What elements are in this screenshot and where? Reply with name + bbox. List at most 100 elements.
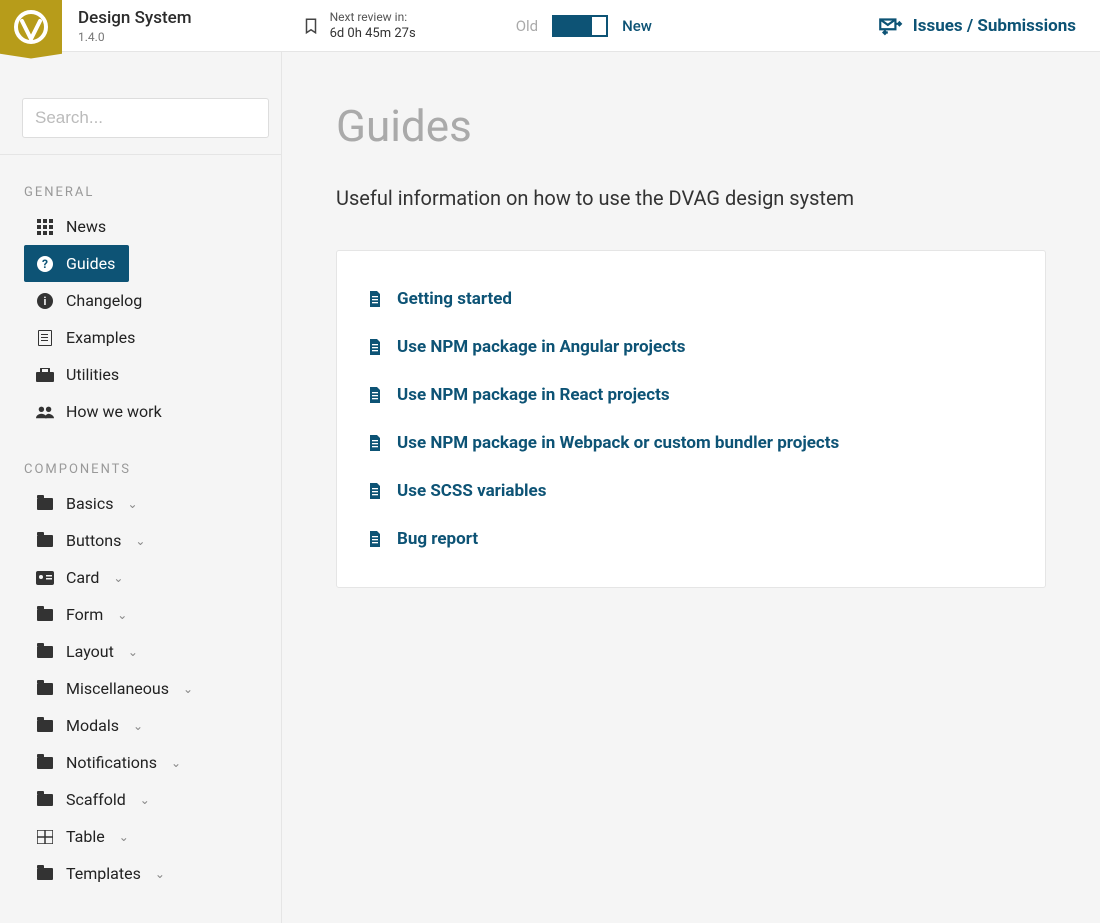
doc-icon xyxy=(367,291,383,307)
nav-news[interactable]: News xyxy=(0,208,281,245)
chevron-down-icon: ⌄ xyxy=(135,534,145,548)
nav-layout[interactable]: Layout ⌄ xyxy=(0,633,281,670)
nav-changelog[interactable]: i Changelog xyxy=(0,282,281,319)
nav-templates[interactable]: Templates ⌄ xyxy=(0,855,281,892)
main-content: Guides Useful information on how to use … xyxy=(282,52,1100,923)
section-general-title: GENERAL xyxy=(0,173,281,208)
sidebar-nav: GENERAL News ? Guides i Changelog xyxy=(0,154,281,912)
guide-list: Getting started Use NPM package in Angul… xyxy=(336,250,1046,588)
folder-icon xyxy=(36,868,54,880)
chevron-down-icon: ⌄ xyxy=(183,682,193,696)
nav-label: Layout xyxy=(66,642,114,661)
doc-icon xyxy=(367,483,383,499)
guide-link-label: Bug report xyxy=(397,529,478,549)
folder-icon xyxy=(36,683,54,695)
nav-label: Buttons xyxy=(66,531,121,550)
guide-link-label: Use NPM package in Webpack or custom bun… xyxy=(397,433,839,453)
chevron-down-icon: ⌄ xyxy=(171,756,181,770)
sidebar: GENERAL News ? Guides i Changelog xyxy=(0,52,282,923)
review-label: Next review in: xyxy=(330,10,416,24)
chevron-down-icon: ⌄ xyxy=(133,719,143,733)
nav-card[interactable]: Card ⌄ xyxy=(0,559,281,596)
guide-link-label: Use NPM package in Angular projects xyxy=(397,337,686,357)
nav-label: Notifications xyxy=(66,753,157,772)
page-title: Guides xyxy=(336,100,1046,152)
users-icon xyxy=(36,405,54,419)
nav-basics[interactable]: Basics ⌄ xyxy=(0,485,281,522)
review-value: 6d 0h 45m 27s xyxy=(330,26,416,41)
issues-link[interactable]: Issues / Submissions xyxy=(877,13,1076,39)
page-subtitle: Useful information on how to use the DVA… xyxy=(336,186,1046,210)
switch-toggle[interactable] xyxy=(552,15,608,37)
id-card-icon xyxy=(36,571,54,585)
nav-label: How we work xyxy=(66,402,162,421)
doc-icon xyxy=(367,435,383,451)
topbar: Design System 1.4.0 Next review in: 6d 0… xyxy=(0,0,1100,52)
nav-how-we-work[interactable]: How we work xyxy=(0,393,281,430)
folder-icon xyxy=(36,646,54,658)
folder-icon xyxy=(36,498,54,510)
nav-label: Utilities xyxy=(66,365,119,384)
nav-miscellaneous[interactable]: Miscellaneous ⌄ xyxy=(0,670,281,707)
nav-notifications[interactable]: Notifications ⌄ xyxy=(0,744,281,781)
search-bar xyxy=(0,52,281,154)
nav-label: Guides xyxy=(66,254,115,273)
doc-icon xyxy=(367,339,383,355)
guide-link-react[interactable]: Use NPM package in React projects xyxy=(367,371,1015,419)
info-icon: i xyxy=(36,293,54,309)
grid-icon xyxy=(36,219,54,235)
nav-label: News xyxy=(66,217,106,236)
guide-link-webpack[interactable]: Use NPM package in Webpack or custom bun… xyxy=(367,419,1015,467)
brand-logo[interactable] xyxy=(0,0,62,59)
chevron-down-icon: ⌄ xyxy=(119,830,129,844)
chevron-down-icon: ⌄ xyxy=(127,497,137,511)
chevron-down-icon: ⌄ xyxy=(128,645,138,659)
chevron-down-icon: ⌄ xyxy=(117,608,127,622)
issues-label: Issues / Submissions xyxy=(913,16,1076,36)
chevron-down-icon: ⌄ xyxy=(155,867,165,881)
nav-examples[interactable]: Examples xyxy=(0,319,281,356)
guide-link-label: Use NPM package in React projects xyxy=(397,385,670,405)
svg-text:i: i xyxy=(44,295,47,308)
folder-icon xyxy=(36,720,54,732)
nav-label: Miscellaneous xyxy=(66,679,169,698)
brand-block: Design System 1.4.0 xyxy=(78,8,192,44)
toolbox-icon xyxy=(36,368,54,382)
nav-label: Examples xyxy=(66,328,135,347)
nav-label: Card xyxy=(66,568,99,587)
doc-icon xyxy=(367,531,383,547)
nav-buttons[interactable]: Buttons ⌄ xyxy=(0,522,281,559)
theme-switch: Old New xyxy=(516,15,652,37)
section-components-title: COMPONENTS xyxy=(0,450,281,485)
nav-label: Table xyxy=(66,827,105,846)
nav-form[interactable]: Form ⌄ xyxy=(0,596,281,633)
guide-link-label: Getting started xyxy=(397,289,512,309)
chevron-down-icon: ⌄ xyxy=(140,793,150,807)
nav-label: Scaffold xyxy=(66,790,126,809)
brand-version: 1.4.0 xyxy=(78,30,192,44)
chevron-down-icon: ⌄ xyxy=(113,571,123,585)
nav-label: Form xyxy=(66,605,103,624)
guide-link-scss[interactable]: Use SCSS variables xyxy=(367,467,1015,515)
nav-modals[interactable]: Modals ⌄ xyxy=(0,707,281,744)
envelope-exchange-icon xyxy=(877,13,903,39)
folder-icon xyxy=(36,609,54,621)
folder-icon xyxy=(36,757,54,769)
logo-v-icon xyxy=(11,9,51,49)
guide-link-label: Use SCSS variables xyxy=(397,481,546,501)
nav-label: Templates xyxy=(66,864,141,883)
switch-old-label: Old xyxy=(516,17,538,35)
guide-link-bug-report[interactable]: Bug report xyxy=(367,515,1015,563)
nav-label: Changelog xyxy=(66,291,142,310)
search-input[interactable] xyxy=(22,98,269,138)
nav-guides[interactable]: ? Guides xyxy=(24,245,129,282)
guide-link-getting-started[interactable]: Getting started xyxy=(367,275,1015,323)
guide-link-angular[interactable]: Use NPM package in Angular projects xyxy=(367,323,1015,371)
brand-title: Design System xyxy=(78,8,192,28)
table-icon xyxy=(36,830,54,844)
nav-utilities[interactable]: Utilities xyxy=(0,356,281,393)
nav-scaffold[interactable]: Scaffold ⌄ xyxy=(0,781,281,818)
nav-label: Modals xyxy=(66,716,119,735)
nav-table[interactable]: Table ⌄ xyxy=(0,818,281,855)
folder-icon xyxy=(36,535,54,547)
